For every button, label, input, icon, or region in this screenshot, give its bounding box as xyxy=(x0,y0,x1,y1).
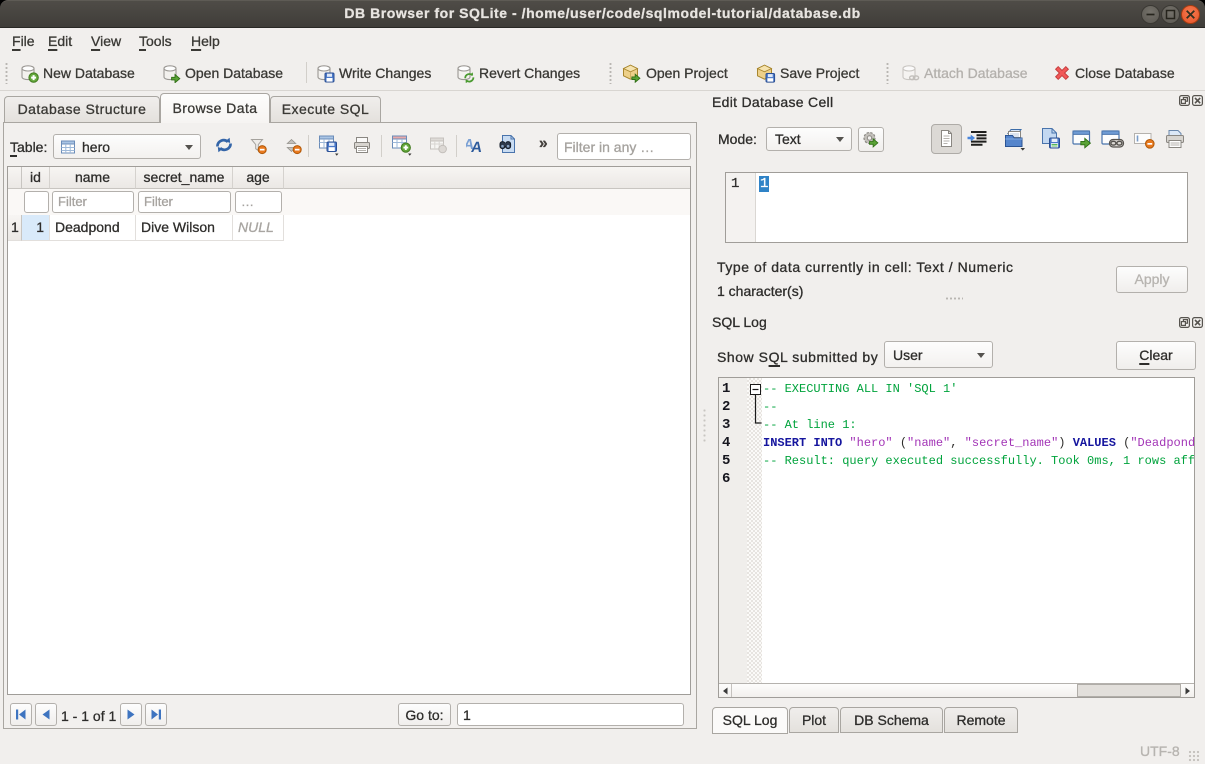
svg-text:A: A xyxy=(470,139,483,154)
